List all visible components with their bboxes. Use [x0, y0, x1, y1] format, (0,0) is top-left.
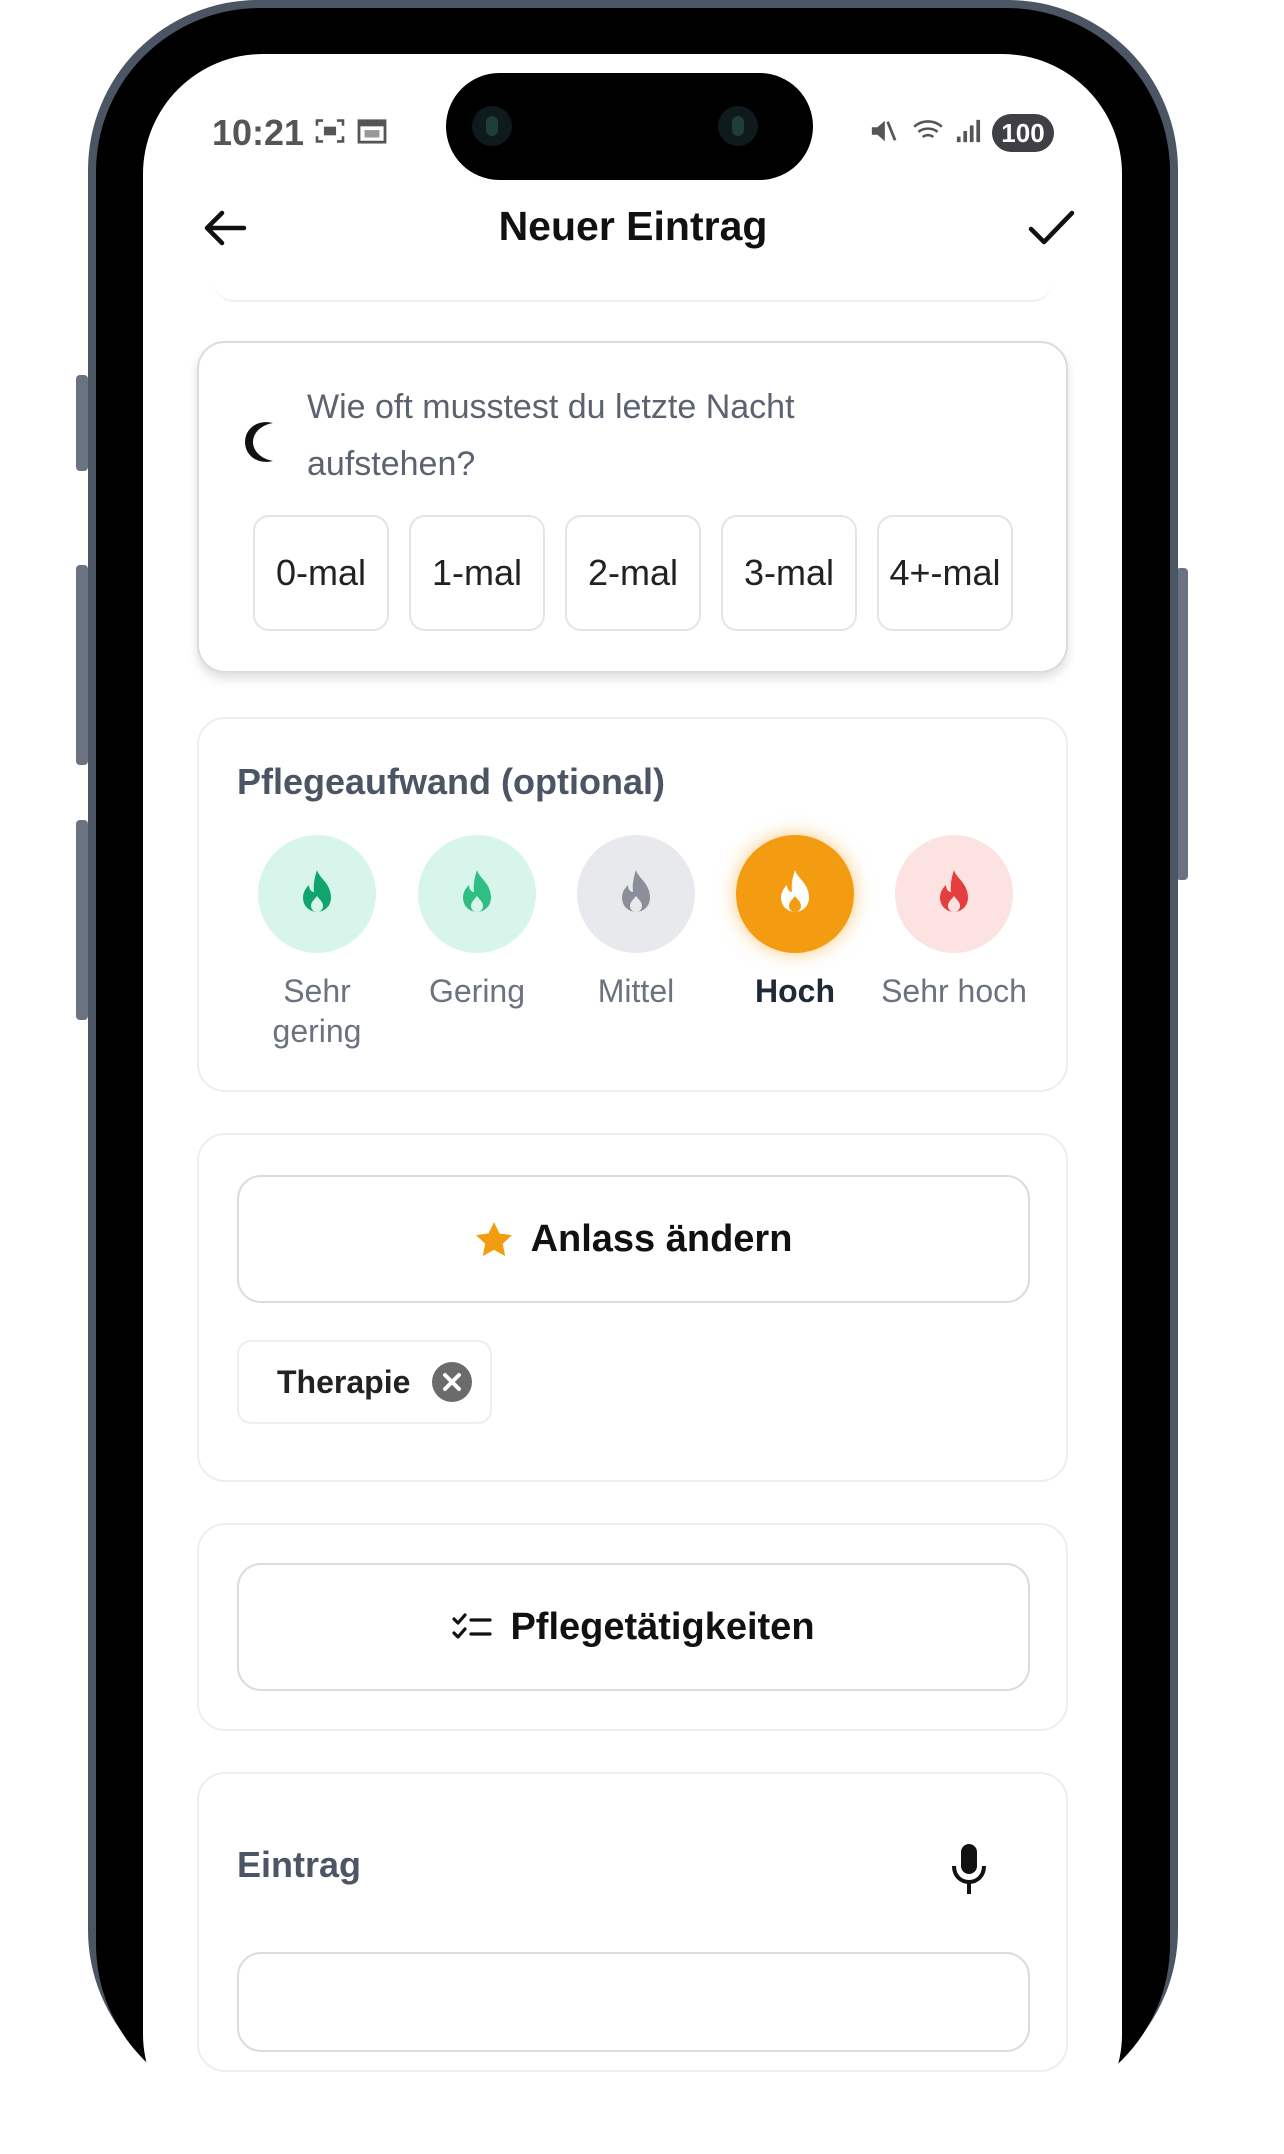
effort-level-mittel[interactable]: Mittel [556, 835, 716, 1011]
effort-level-label: Hoch [755, 973, 835, 1009]
side-button-3 [76, 820, 88, 1020]
occasion-chip: Therapie [237, 1340, 493, 1424]
option-3-mal[interactable]: 3-mal [721, 515, 857, 631]
star-icon [475, 1222, 512, 1257]
screenshot-icon [315, 119, 345, 143]
status-time: 10:21 [212, 112, 305, 153]
occasion-card: Anlass ändern Therapie [197, 1133, 1068, 1482]
save-check-icon[interactable] [1025, 203, 1077, 253]
calendar-icon [357, 119, 387, 144]
entry-card: Eintrag [197, 1772, 1068, 2072]
effort-level-sehr-hoch[interactable]: Sehr hoch [874, 835, 1034, 1011]
remove-chip-icon[interactable] [432, 1362, 473, 1402]
flame-icon [940, 870, 968, 912]
option-0-mal[interactable]: 0-mal [253, 515, 389, 631]
option-4plus-mal[interactable]: 4+-mal [877, 515, 1013, 631]
flame-icon [622, 870, 650, 912]
effort-level-circle [736, 835, 854, 953]
effort-level-hoch[interactable]: Hoch [715, 835, 875, 1011]
change-occasion-label: Anlass ändern [530, 1217, 793, 1260]
care-activities-button[interactable]: Pflegetätigkeiten [237, 1563, 1030, 1691]
microphone-icon[interactable] [949, 1842, 989, 1898]
flame-icon [463, 870, 491, 912]
entry-text-input[interactable] [237, 1952, 1030, 2052]
previous-card-edge [214, 280, 1052, 302]
dynamic-island [446, 73, 813, 180]
change-occasion-button[interactable]: Anlass ändern [237, 1175, 1030, 1303]
flame-icon [781, 870, 809, 912]
occasion-chip-label: Therapie [277, 1363, 411, 1400]
care-activities-label: Pflegetätigkeiten [510, 1605, 815, 1648]
signal-icon [956, 119, 981, 143]
night-question-text: Wie oft musstest du letzte Nacht aufsteh… [307, 388, 795, 483]
wifi-icon [913, 120, 943, 139]
care-effort-title: Pflegeaufwand (optional) [237, 761, 665, 802]
option-2-mal[interactable]: 2-mal [565, 515, 701, 631]
care-activities-card: Pflegetätigkeiten [197, 1523, 1068, 1731]
moon-icon [245, 422, 273, 462]
side-button-1 [76, 375, 88, 471]
night-question-card: Wie oft musstest du letzte Nacht aufsteh… [197, 341, 1068, 673]
entry-title: Eintrag [237, 1844, 362, 1885]
care-effort-card: Pflegeaufwand (optional) Sehr gering Geri… [197, 717, 1068, 1092]
effort-level-circle [895, 835, 1013, 953]
mute-icon [871, 120, 897, 142]
side-button-2 [76, 565, 88, 765]
battery-indicator: 100 [992, 114, 1054, 152]
flame-icon [303, 870, 331, 912]
effort-level-gering[interactable]: Gering [397, 835, 557, 1011]
effort-level-label: Sehr gering [272, 973, 362, 1049]
effort-level-circle [577, 835, 695, 953]
effort-level-label: Mittel [597, 973, 675, 1009]
effort-level-circle [418, 835, 536, 953]
effort-level-label: Sehr hoch [881, 973, 1027, 1009]
option-1-mal[interactable]: 1-mal [409, 515, 545, 631]
effort-level-label: Gering [428, 973, 526, 1009]
effort-level-sehr-gering[interactable]: Sehr gering [237, 835, 397, 1051]
checklist-icon [452, 1613, 493, 1639]
effort-level-circle [258, 835, 376, 953]
